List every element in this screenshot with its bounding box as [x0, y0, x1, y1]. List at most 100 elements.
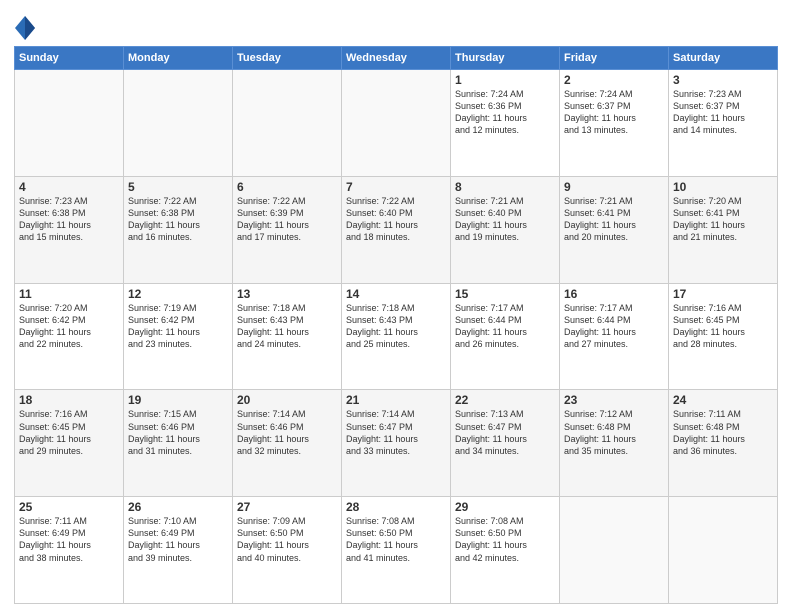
day-number: 28	[346, 500, 446, 514]
day-info: Sunrise: 7:12 AM Sunset: 6:48 PM Dayligh…	[564, 408, 664, 457]
logo-icon	[14, 14, 36, 42]
calendar-cell: 18Sunrise: 7:16 AM Sunset: 6:45 PM Dayli…	[15, 390, 124, 497]
weekday-header-saturday: Saturday	[669, 47, 778, 70]
day-info: Sunrise: 7:13 AM Sunset: 6:47 PM Dayligh…	[455, 408, 555, 457]
calendar-week-4: 25Sunrise: 7:11 AM Sunset: 6:49 PM Dayli…	[15, 497, 778, 604]
day-info: Sunrise: 7:22 AM Sunset: 6:40 PM Dayligh…	[346, 195, 446, 244]
day-info: Sunrise: 7:08 AM Sunset: 6:50 PM Dayligh…	[455, 515, 555, 564]
day-info: Sunrise: 7:19 AM Sunset: 6:42 PM Dayligh…	[128, 302, 228, 351]
day-number: 23	[564, 393, 664, 407]
calendar-cell: 3Sunrise: 7:23 AM Sunset: 6:37 PM Daylig…	[669, 70, 778, 177]
calendar-cell: 15Sunrise: 7:17 AM Sunset: 6:44 PM Dayli…	[451, 283, 560, 390]
calendar-cell: 11Sunrise: 7:20 AM Sunset: 6:42 PM Dayli…	[15, 283, 124, 390]
day-info: Sunrise: 7:09 AM Sunset: 6:50 PM Dayligh…	[237, 515, 337, 564]
calendar-cell: 17Sunrise: 7:16 AM Sunset: 6:45 PM Dayli…	[669, 283, 778, 390]
day-info: Sunrise: 7:24 AM Sunset: 6:37 PM Dayligh…	[564, 88, 664, 137]
day-number: 11	[19, 287, 119, 301]
weekday-header-sunday: Sunday	[15, 47, 124, 70]
day-info: Sunrise: 7:20 AM Sunset: 6:41 PM Dayligh…	[673, 195, 773, 244]
calendar-cell: 22Sunrise: 7:13 AM Sunset: 6:47 PM Dayli…	[451, 390, 560, 497]
calendar-cell: 4Sunrise: 7:23 AM Sunset: 6:38 PM Daylig…	[15, 176, 124, 283]
calendar-cell: 7Sunrise: 7:22 AM Sunset: 6:40 PM Daylig…	[342, 176, 451, 283]
calendar-week-1: 4Sunrise: 7:23 AM Sunset: 6:38 PM Daylig…	[15, 176, 778, 283]
day-info: Sunrise: 7:11 AM Sunset: 6:49 PM Dayligh…	[19, 515, 119, 564]
calendar-cell: 27Sunrise: 7:09 AM Sunset: 6:50 PM Dayli…	[233, 497, 342, 604]
calendar-cell: 26Sunrise: 7:10 AM Sunset: 6:49 PM Dayli…	[124, 497, 233, 604]
day-number: 29	[455, 500, 555, 514]
calendar-cell: 28Sunrise: 7:08 AM Sunset: 6:50 PM Dayli…	[342, 497, 451, 604]
day-number: 5	[128, 180, 228, 194]
day-info: Sunrise: 7:16 AM Sunset: 6:45 PM Dayligh…	[673, 302, 773, 351]
day-info: Sunrise: 7:22 AM Sunset: 6:38 PM Dayligh…	[128, 195, 228, 244]
header	[14, 10, 778, 42]
day-number: 18	[19, 393, 119, 407]
day-info: Sunrise: 7:11 AM Sunset: 6:48 PM Dayligh…	[673, 408, 773, 457]
day-number: 17	[673, 287, 773, 301]
calendar-cell: 12Sunrise: 7:19 AM Sunset: 6:42 PM Dayli…	[124, 283, 233, 390]
day-number: 16	[564, 287, 664, 301]
day-info: Sunrise: 7:16 AM Sunset: 6:45 PM Dayligh…	[19, 408, 119, 457]
calendar-cell	[124, 70, 233, 177]
day-number: 4	[19, 180, 119, 194]
weekday-header-wednesday: Wednesday	[342, 47, 451, 70]
day-number: 26	[128, 500, 228, 514]
calendar-cell: 25Sunrise: 7:11 AM Sunset: 6:49 PM Dayli…	[15, 497, 124, 604]
weekday-header-tuesday: Tuesday	[233, 47, 342, 70]
calendar-cell	[233, 70, 342, 177]
day-number: 6	[237, 180, 337, 194]
day-info: Sunrise: 7:15 AM Sunset: 6:46 PM Dayligh…	[128, 408, 228, 457]
calendar-cell	[560, 497, 669, 604]
day-info: Sunrise: 7:17 AM Sunset: 6:44 PM Dayligh…	[455, 302, 555, 351]
calendar-cell: 1Sunrise: 7:24 AM Sunset: 6:36 PM Daylig…	[451, 70, 560, 177]
day-info: Sunrise: 7:10 AM Sunset: 6:49 PM Dayligh…	[128, 515, 228, 564]
calendar-table: SundayMondayTuesdayWednesdayThursdayFrid…	[14, 46, 778, 604]
calendar-body: 1Sunrise: 7:24 AM Sunset: 6:36 PM Daylig…	[15, 70, 778, 604]
day-number: 8	[455, 180, 555, 194]
day-number: 24	[673, 393, 773, 407]
day-number: 13	[237, 287, 337, 301]
weekday-header-thursday: Thursday	[451, 47, 560, 70]
calendar-cell: 23Sunrise: 7:12 AM Sunset: 6:48 PM Dayli…	[560, 390, 669, 497]
day-info: Sunrise: 7:22 AM Sunset: 6:39 PM Dayligh…	[237, 195, 337, 244]
calendar-cell: 6Sunrise: 7:22 AM Sunset: 6:39 PM Daylig…	[233, 176, 342, 283]
calendar-week-2: 11Sunrise: 7:20 AM Sunset: 6:42 PM Dayli…	[15, 283, 778, 390]
calendar-cell: 19Sunrise: 7:15 AM Sunset: 6:46 PM Dayli…	[124, 390, 233, 497]
calendar-cell: 21Sunrise: 7:14 AM Sunset: 6:47 PM Dayli…	[342, 390, 451, 497]
calendar-week-3: 18Sunrise: 7:16 AM Sunset: 6:45 PM Dayli…	[15, 390, 778, 497]
day-number: 9	[564, 180, 664, 194]
day-info: Sunrise: 7:21 AM Sunset: 6:41 PM Dayligh…	[564, 195, 664, 244]
calendar-cell	[342, 70, 451, 177]
calendar-cell: 16Sunrise: 7:17 AM Sunset: 6:44 PM Dayli…	[560, 283, 669, 390]
day-number: 3	[673, 73, 773, 87]
weekday-header-monday: Monday	[124, 47, 233, 70]
day-number: 12	[128, 287, 228, 301]
day-number: 22	[455, 393, 555, 407]
calendar-cell	[15, 70, 124, 177]
calendar-week-0: 1Sunrise: 7:24 AM Sunset: 6:36 PM Daylig…	[15, 70, 778, 177]
day-info: Sunrise: 7:21 AM Sunset: 6:40 PM Dayligh…	[455, 195, 555, 244]
day-info: Sunrise: 7:23 AM Sunset: 6:37 PM Dayligh…	[673, 88, 773, 137]
day-number: 7	[346, 180, 446, 194]
day-number: 25	[19, 500, 119, 514]
day-info: Sunrise: 7:23 AM Sunset: 6:38 PM Dayligh…	[19, 195, 119, 244]
calendar-header: SundayMondayTuesdayWednesdayThursdayFrid…	[15, 47, 778, 70]
calendar-cell: 13Sunrise: 7:18 AM Sunset: 6:43 PM Dayli…	[233, 283, 342, 390]
calendar-cell: 14Sunrise: 7:18 AM Sunset: 6:43 PM Dayli…	[342, 283, 451, 390]
calendar-cell: 2Sunrise: 7:24 AM Sunset: 6:37 PM Daylig…	[560, 70, 669, 177]
calendar-cell: 5Sunrise: 7:22 AM Sunset: 6:38 PM Daylig…	[124, 176, 233, 283]
day-number: 1	[455, 73, 555, 87]
day-number: 2	[564, 73, 664, 87]
day-number: 19	[128, 393, 228, 407]
day-number: 14	[346, 287, 446, 301]
calendar-cell: 24Sunrise: 7:11 AM Sunset: 6:48 PM Dayli…	[669, 390, 778, 497]
day-number: 15	[455, 287, 555, 301]
day-info: Sunrise: 7:08 AM Sunset: 6:50 PM Dayligh…	[346, 515, 446, 564]
day-info: Sunrise: 7:20 AM Sunset: 6:42 PM Dayligh…	[19, 302, 119, 351]
day-info: Sunrise: 7:18 AM Sunset: 6:43 PM Dayligh…	[237, 302, 337, 351]
day-info: Sunrise: 7:17 AM Sunset: 6:44 PM Dayligh…	[564, 302, 664, 351]
day-number: 21	[346, 393, 446, 407]
calendar-cell: 20Sunrise: 7:14 AM Sunset: 6:46 PM Dayli…	[233, 390, 342, 497]
calendar-cell: 8Sunrise: 7:21 AM Sunset: 6:40 PM Daylig…	[451, 176, 560, 283]
calendar-cell: 10Sunrise: 7:20 AM Sunset: 6:41 PM Dayli…	[669, 176, 778, 283]
day-number: 27	[237, 500, 337, 514]
